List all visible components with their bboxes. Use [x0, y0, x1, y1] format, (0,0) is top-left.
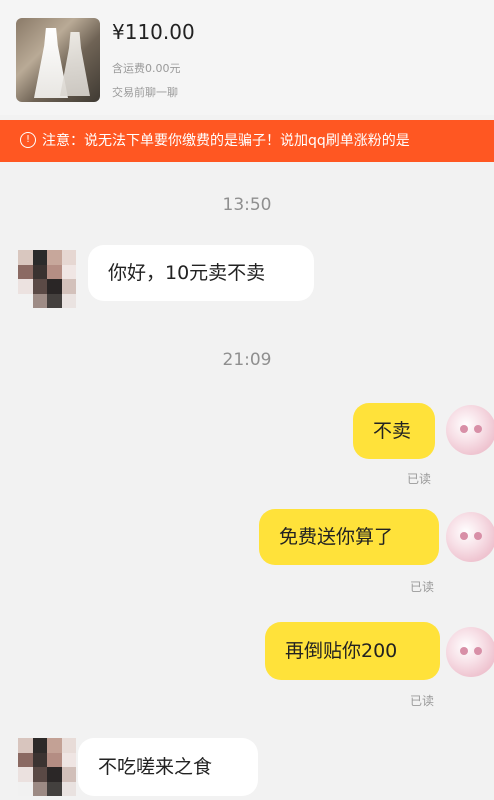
- read-status: 已读: [407, 472, 432, 486]
- my-avatar[interactable]: [446, 512, 494, 562]
- message-bubble[interactable]: 你好，10元卖不卖: [88, 245, 314, 301]
- message-bubble[interactable]: 不吃嗟来之食: [78, 738, 258, 796]
- other-user-avatar[interactable]: [18, 738, 76, 796]
- my-avatar[interactable]: [446, 405, 494, 455]
- notice-text: 注意：说无法下单要你缴费的是骗子！说加qq刷单涨粉的是: [42, 133, 410, 149]
- read-status: 已读: [410, 694, 435, 708]
- info-icon: !: [20, 132, 36, 148]
- read-status: 已读: [410, 580, 435, 594]
- message-bubble[interactable]: 免费送你算了: [259, 509, 439, 565]
- message-bubble[interactable]: 不卖: [353, 403, 435, 459]
- message-text: 不卖: [373, 419, 412, 442]
- shipping-note: 含运费0.00元: [112, 62, 181, 75]
- message-text: 不吃嗟来之食: [98, 755, 213, 778]
- message-text: 你好，10元卖不卖: [108, 261, 266, 284]
- timestamp: 13:50: [222, 195, 272, 215]
- message-text: 免费送你算了: [279, 525, 394, 548]
- product-price: ¥110.00: [112, 20, 195, 44]
- my-avatar[interactable]: [446, 627, 494, 677]
- chat-hint: 交易前聊一聊: [112, 86, 178, 99]
- warning-notice-bar[interactable]: ! 注意：说无法下单要你缴费的是骗子！说加qq刷单涨粉的是: [0, 120, 494, 162]
- other-user-avatar[interactable]: [18, 250, 76, 308]
- product-header[interactable]: ¥110.00 含运费0.00元 交易前聊一聊: [0, 0, 494, 115]
- message-bubble[interactable]: 再倒贴你200: [265, 622, 440, 680]
- product-thumbnail[interactable]: [16, 18, 100, 102]
- message-text: 再倒贴你200: [285, 639, 398, 662]
- timestamp: 21:09: [222, 350, 272, 370]
- dress-image: [60, 32, 90, 96]
